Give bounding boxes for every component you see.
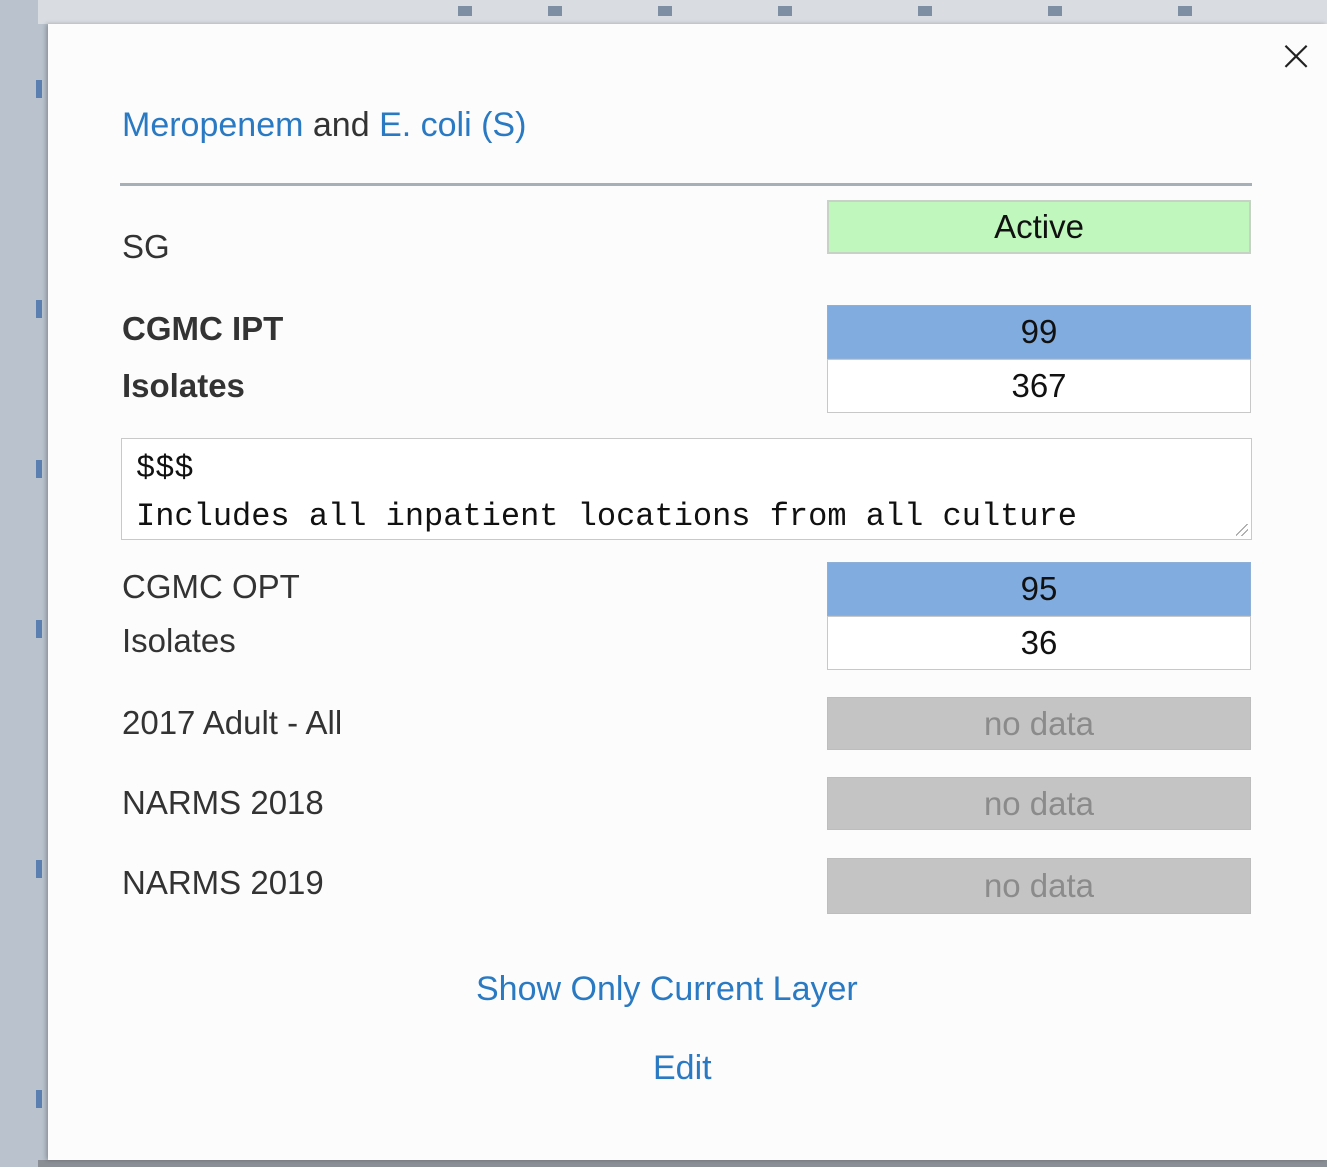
ipt-notes-text: $$$ Includes all inpatient locations fro… [136, 450, 1077, 535]
background-decoration [918, 6, 932, 16]
screen: × Meropenem and E. coli (S) SG Active CG… [0, 0, 1327, 1167]
adult-2017-cell: no data [827, 697, 1251, 750]
ipt-notes-textarea[interactable]: $$$ Includes all inpatient locations fro… [121, 438, 1252, 540]
opt-label: CGMC OPT [122, 568, 300, 605]
background-decoration [658, 6, 672, 16]
background-page-left-strip [0, 0, 48, 1167]
edit-link[interactable]: Edit [653, 1049, 712, 1088]
background-page-bottom-strip [38, 1160, 1327, 1167]
close-icon[interactable]: × [1274, 34, 1318, 78]
adult-2017-label: 2017 Adult - All [122, 704, 343, 741]
background-decoration [36, 1090, 42, 1108]
sg-status-badge: Active [827, 200, 1251, 254]
background-decoration [1178, 6, 1192, 16]
opt-isolates-label: Isolates [122, 622, 236, 659]
ipt-label: CGMC IPT [122, 310, 284, 347]
detail-dialog: × Meropenem and E. coli (S) SG Active CG… [48, 24, 1327, 1160]
ipt-isolates-cell: 367 [827, 359, 1251, 413]
background-decoration [458, 6, 472, 16]
title-divider [120, 183, 1252, 186]
background-page-top-strip [38, 0, 1327, 24]
title-connector: and [312, 106, 370, 144]
dialog-title: Meropenem and E. coli (S) [122, 106, 526, 145]
organism-link[interactable]: E. coli (S) [379, 106, 526, 144]
narms-2019-label: NARMS 2019 [122, 864, 324, 901]
background-decoration [1048, 6, 1062, 16]
opt-score-cell: 95 [827, 562, 1251, 616]
background-decoration [36, 860, 42, 878]
background-decoration [36, 620, 42, 638]
drug-link[interactable]: Meropenem [122, 106, 303, 144]
narms-2018-label: NARMS 2018 [122, 784, 324, 821]
narms-2018-cell: no data [827, 777, 1251, 830]
sg-label: SG [122, 228, 170, 265]
background-decoration [36, 80, 42, 98]
background-decoration [36, 460, 42, 478]
opt-isolates-cell: 36 [827, 616, 1251, 670]
ipt-isolates-label: Isolates [122, 367, 245, 404]
background-decoration [36, 300, 42, 318]
resize-handle-icon[interactable] [1236, 524, 1248, 536]
narms-2019-cell: no data [827, 858, 1251, 914]
show-only-current-layer-link[interactable]: Show Only Current Layer [476, 970, 858, 1009]
ipt-score-cell: 99 [827, 305, 1251, 359]
background-decoration [548, 6, 562, 16]
background-decoration [778, 6, 792, 16]
